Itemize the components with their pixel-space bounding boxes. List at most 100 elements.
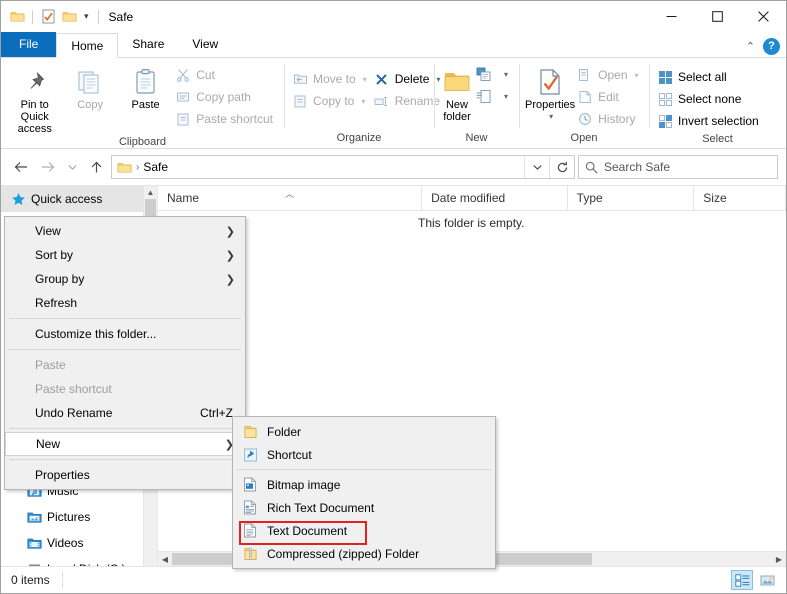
context-menu-item-customize-this-folder[interactable]: Customize this folder...: [5, 322, 245, 346]
select-all-button[interactable]: Select all: [655, 66, 764, 88]
qat-new-folder-icon[interactable]: [61, 9, 77, 25]
paste-icon: [134, 65, 158, 99]
properties-label: Properties: [525, 99, 576, 111]
close-button[interactable]: [740, 1, 786, 32]
new-submenu-item-text-document[interactable]: Text Document: [233, 519, 495, 542]
context-item-label: Sort by: [35, 248, 74, 262]
minimize-button[interactable]: [648, 1, 694, 32]
details-view-button[interactable]: [731, 570, 753, 590]
context-menu-item-properties[interactable]: Properties: [5, 463, 245, 487]
open-button[interactable]: Open ▾: [575, 64, 643, 86]
qat-separator: [32, 9, 33, 24]
sidebar-item-pictures-pc[interactable]: Pictures: [1, 504, 157, 530]
cut-button[interactable]: Cut: [173, 64, 278, 86]
new-submenu-item-shortcut[interactable]: Shortcut: [233, 443, 495, 466]
breadcrumb-item-safe[interactable]: Safe: [143, 160, 168, 174]
copy-to-caret-icon[interactable]: ▾: [361, 97, 365, 106]
recent-locations-button[interactable]: [63, 155, 81, 179]
sidebar-label: Quick access: [31, 192, 103, 206]
ribbon-group-new: New folder ▾ ▾ New: [434, 58, 519, 148]
navpane-scroll-up-icon[interactable]: ▲: [144, 186, 157, 199]
large-icons-view-button[interactable]: [756, 570, 778, 590]
new-submenu-item-folder[interactable]: Folder: [233, 420, 495, 443]
context-menu-item-refresh[interactable]: Refresh: [5, 291, 245, 315]
sidebar-item-quick-access[interactable]: Quick access: [1, 186, 157, 212]
paste-button[interactable]: Paste: [118, 62, 173, 111]
hscroll-left-icon[interactable]: ◀: [158, 555, 172, 564]
open-caret-icon[interactable]: ▾: [635, 71, 639, 80]
address-dropdown-button[interactable]: [524, 156, 549, 178]
breadcrumb-separator-icon[interactable]: ›: [136, 162, 139, 173]
copy-to-button[interactable]: Copy to ▾: [290, 90, 372, 112]
column-label: Type: [576, 191, 603, 205]
context-menu-separator: [9, 459, 241, 460]
context-menu-item-new[interactable]: New ❯: [5, 432, 245, 456]
ribbon-group-select: Select all Select none Invert selection: [649, 58, 786, 148]
easy-access-caret-icon[interactable]: ▾: [504, 92, 508, 101]
status-separator: [61, 572, 63, 588]
move-to-caret-icon[interactable]: ▾: [363, 75, 367, 84]
up-button[interactable]: [84, 155, 108, 179]
new-submenu-item-rich-text-document[interactable]: Rich Text Document: [233, 496, 495, 519]
column-header-name[interactable]: ︿ Name: [158, 186, 423, 210]
pin-icon: [22, 65, 48, 99]
pin-to-quick-access-button[interactable]: Pin to Quick access: [7, 62, 62, 135]
copy-path-button[interactable]: Copy path: [173, 86, 278, 108]
quick-access-toolbar: ▾: [1, 9, 101, 25]
maximize-button[interactable]: [694, 1, 740, 32]
tab-file[interactable]: File: [1, 32, 57, 57]
column-header-type[interactable]: Type: [568, 186, 695, 210]
copy-path-icon: [175, 89, 191, 105]
organize-col-1: Move to ▾ Copy to ▾: [290, 66, 372, 112]
breadcrumb[interactable]: › Safe: [117, 160, 524, 174]
properties-button[interactable]: Properties ▾: [525, 62, 575, 123]
easy-access-button[interactable]: ▾: [474, 85, 513, 107]
paste-shortcut-button[interactable]: Paste shortcut: [173, 108, 278, 130]
new-submenu-label: Rich Text Document: [267, 500, 375, 515]
back-button[interactable]: [9, 155, 33, 179]
new-submenu-item-compressed-zipped-folder[interactable]: Compressed (zipped) Folder: [233, 542, 495, 565]
new-submenu-item-bitmap-image[interactable]: Bitmap image: [233, 473, 495, 496]
context-menu-item-group-by[interactable]: Group by ❯: [5, 267, 245, 291]
ribbon-group-label-clipboard: Clipboard: [118, 136, 167, 148]
ribbon-group-clipboard: Pin to Quick access Copy Paste Cut Copy …: [1, 58, 284, 148]
move-to-button[interactable]: Move to ▾: [290, 68, 372, 90]
collapse-ribbon-icon[interactable]: ⌃: [746, 40, 755, 53]
column-header-date-modified[interactable]: Date modified: [422, 186, 568, 210]
context-menu-item-undo-rename[interactable]: Undo Rename Ctrl+Z: [5, 401, 245, 425]
sidebar-item-local-disk-c[interactable]: Local Disk (C:): [1, 556, 157, 566]
ribbon-group-label-new: New: [465, 132, 488, 144]
copy-button[interactable]: Copy: [62, 62, 117, 111]
new-submenu: Folder Shortcut Bitmap image Rich Text D: [232, 416, 496, 569]
column-header-size[interactable]: Size: [694, 186, 786, 210]
column-label: Size: [703, 191, 727, 205]
item-count-label: 0 items: [11, 573, 50, 587]
forward-button[interactable]: [36, 155, 60, 179]
address-bar: › Safe Search Safe: [1, 149, 786, 185]
tab-home[interactable]: Home: [56, 33, 119, 58]
context-menu-item-view[interactable]: View ❯: [5, 219, 245, 243]
properties-caret-icon[interactable]: ▾: [549, 111, 553, 123]
context-item-label: Paste shortcut: [35, 382, 112, 396]
shortcut-icon: [233, 448, 267, 462]
tab-share[interactable]: Share: [118, 32, 178, 57]
search-input[interactable]: Search Safe: [604, 160, 670, 174]
help-icon[interactable]: ?: [763, 38, 780, 55]
invert-selection-button[interactable]: Invert selection: [655, 110, 764, 132]
qat-customize-chevron-icon[interactable]: ▾: [82, 12, 91, 21]
sidebar-item-videos[interactable]: Videos: [1, 530, 157, 556]
history-button[interactable]: History: [575, 108, 643, 130]
new-item-button[interactable]: ▾: [474, 63, 513, 85]
select-none-button[interactable]: Select none: [655, 88, 764, 110]
qat-folder-icon[interactable]: [9, 9, 25, 25]
address-field[interactable]: › Safe: [111, 155, 575, 179]
new-item-caret-icon[interactable]: ▾: [504, 70, 508, 79]
search-box[interactable]: Search Safe: [578, 155, 778, 179]
edit-button[interactable]: Edit: [575, 86, 643, 108]
tab-view[interactable]: View: [178, 32, 232, 57]
new-folder-button[interactable]: New folder: [440, 62, 474, 123]
qat-properties-icon[interactable]: [40, 9, 56, 25]
context-menu-item-sort-by[interactable]: Sort by ❯: [5, 243, 245, 267]
refresh-button[interactable]: [549, 156, 574, 178]
hscroll-right-icon[interactable]: ▶: [772, 555, 786, 564]
